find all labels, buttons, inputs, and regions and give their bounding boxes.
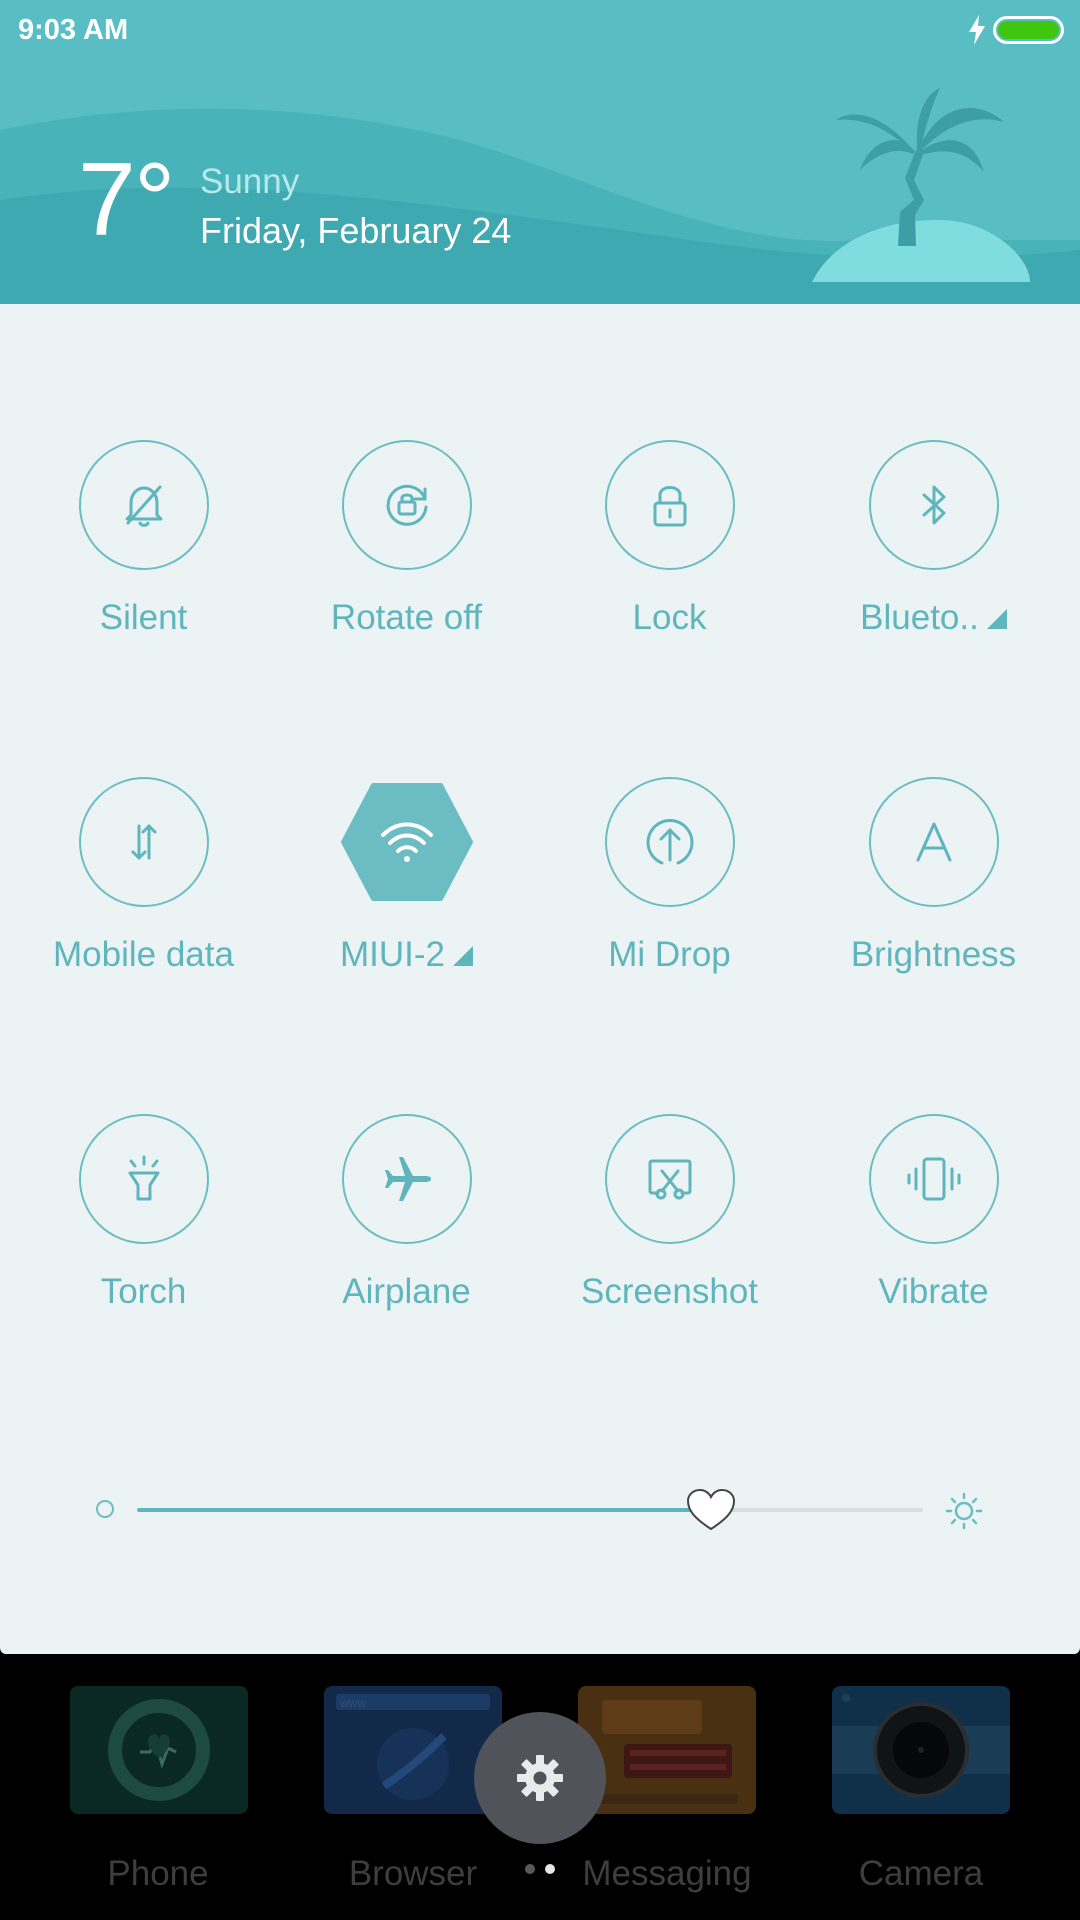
toggle-bluetooth[interactable]: Blueto..	[802, 440, 1065, 660]
charging-icon	[969, 15, 985, 45]
dock-label-messaging: Messaging	[582, 1854, 752, 1893]
brightness-slider-thumb[interactable]	[686, 1488, 736, 1532]
status-time: 9:03 AM	[18, 14, 129, 46]
toggle-screenshot[interactable]: Screenshot	[538, 1114, 801, 1334]
settings-button[interactable]	[474, 1712, 606, 1844]
quick-settings-panel: Silent Rotate off Lock Blueto.. Mobile d…	[0, 304, 1080, 1654]
brightness-min-icon	[96, 1500, 114, 1518]
toggle-label: Brightness	[850, 935, 1017, 974]
temperature[interactable]: 7°	[78, 148, 175, 252]
dock-app-camera[interactable]	[832, 1686, 1010, 1814]
wifi-icon	[339, 781, 475, 903]
rotation-lock-icon	[342, 440, 472, 570]
toggle-label: Torch	[100, 1272, 187, 1311]
toggle-silent[interactable]: Silent	[12, 440, 275, 660]
camera-icon	[832, 1694, 1010, 1798]
brightness-slider-track[interactable]	[137, 1508, 923, 1512]
battery-icon	[993, 16, 1064, 44]
mobile-data-icon	[79, 777, 209, 907]
brightness-max-icon	[945, 1492, 983, 1530]
dock-label-browser: Browser	[348, 1854, 478, 1893]
toggle-label: Blueto..	[802, 598, 1065, 638]
toggle-label: Rotate off	[330, 598, 483, 637]
toggle-label: Mobile data	[53, 935, 234, 974]
lock-icon	[605, 440, 735, 570]
toggle-label: Airplane	[342, 1272, 471, 1311]
dock-app-messaging[interactable]	[578, 1686, 756, 1814]
phone-icon	[108, 1699, 210, 1801]
date[interactable]: Friday, February 24	[200, 210, 511, 252]
messaging-icon	[598, 1700, 738, 1804]
upload-icon	[605, 777, 735, 907]
brightness-slider-fill	[137, 1508, 711, 1512]
expand-arrow-icon[interactable]	[453, 946, 473, 966]
auto-brightness-icon	[869, 777, 999, 907]
expand-arrow-icon[interactable]	[986, 609, 1007, 629]
svg-text:www: www	[339, 1696, 366, 1710]
gear-icon	[517, 1755, 563, 1801]
toggle-label: Vibrate	[878, 1272, 989, 1311]
dock-app-phone[interactable]	[70, 1686, 248, 1814]
screenshot-icon	[605, 1114, 735, 1244]
toggle-lock[interactable]: Lock	[538, 440, 801, 660]
toggle-label: Screenshot	[580, 1272, 759, 1311]
page-indicator	[523, 1864, 563, 1876]
bell-off-icon	[79, 440, 209, 570]
dock-label-camera: Camera	[858, 1854, 984, 1893]
battery-level	[998, 21, 1059, 39]
toggle-rotate[interactable]: Rotate off	[275, 440, 538, 660]
toggle-brightness[interactable]: Brightness	[802, 777, 1065, 997]
toggle-mobile-data[interactable]: Mobile data	[12, 777, 275, 997]
airplane-icon	[342, 1114, 472, 1244]
vibrate-icon	[869, 1114, 999, 1244]
torch-icon	[79, 1114, 209, 1244]
page-dot-1	[525, 1864, 535, 1874]
dock-label-phone: Phone	[107, 1854, 209, 1893]
bluetooth-icon	[869, 440, 999, 570]
weather-condition[interactable]: Sunny	[200, 162, 299, 202]
toggle-label: Silent	[99, 598, 188, 637]
page-dot-2	[545, 1864, 555, 1874]
toggle-airplane[interactable]: Airplane	[275, 1114, 538, 1334]
toggle-mi-drop[interactable]: Mi Drop	[538, 777, 801, 997]
toggle-label: Mi Drop	[608, 935, 731, 974]
toggle-vibrate[interactable]: Vibrate	[802, 1114, 1065, 1334]
toggle-label: Lock	[632, 598, 707, 637]
toggle-wifi[interactable]: MIUI-2	[275, 777, 538, 997]
toggle-torch[interactable]: Torch	[12, 1114, 275, 1334]
toggle-label: MIUI-2	[275, 935, 538, 975]
weather-header: 9:03 AM 7° Sunny Friday, February 24	[0, 0, 1080, 304]
